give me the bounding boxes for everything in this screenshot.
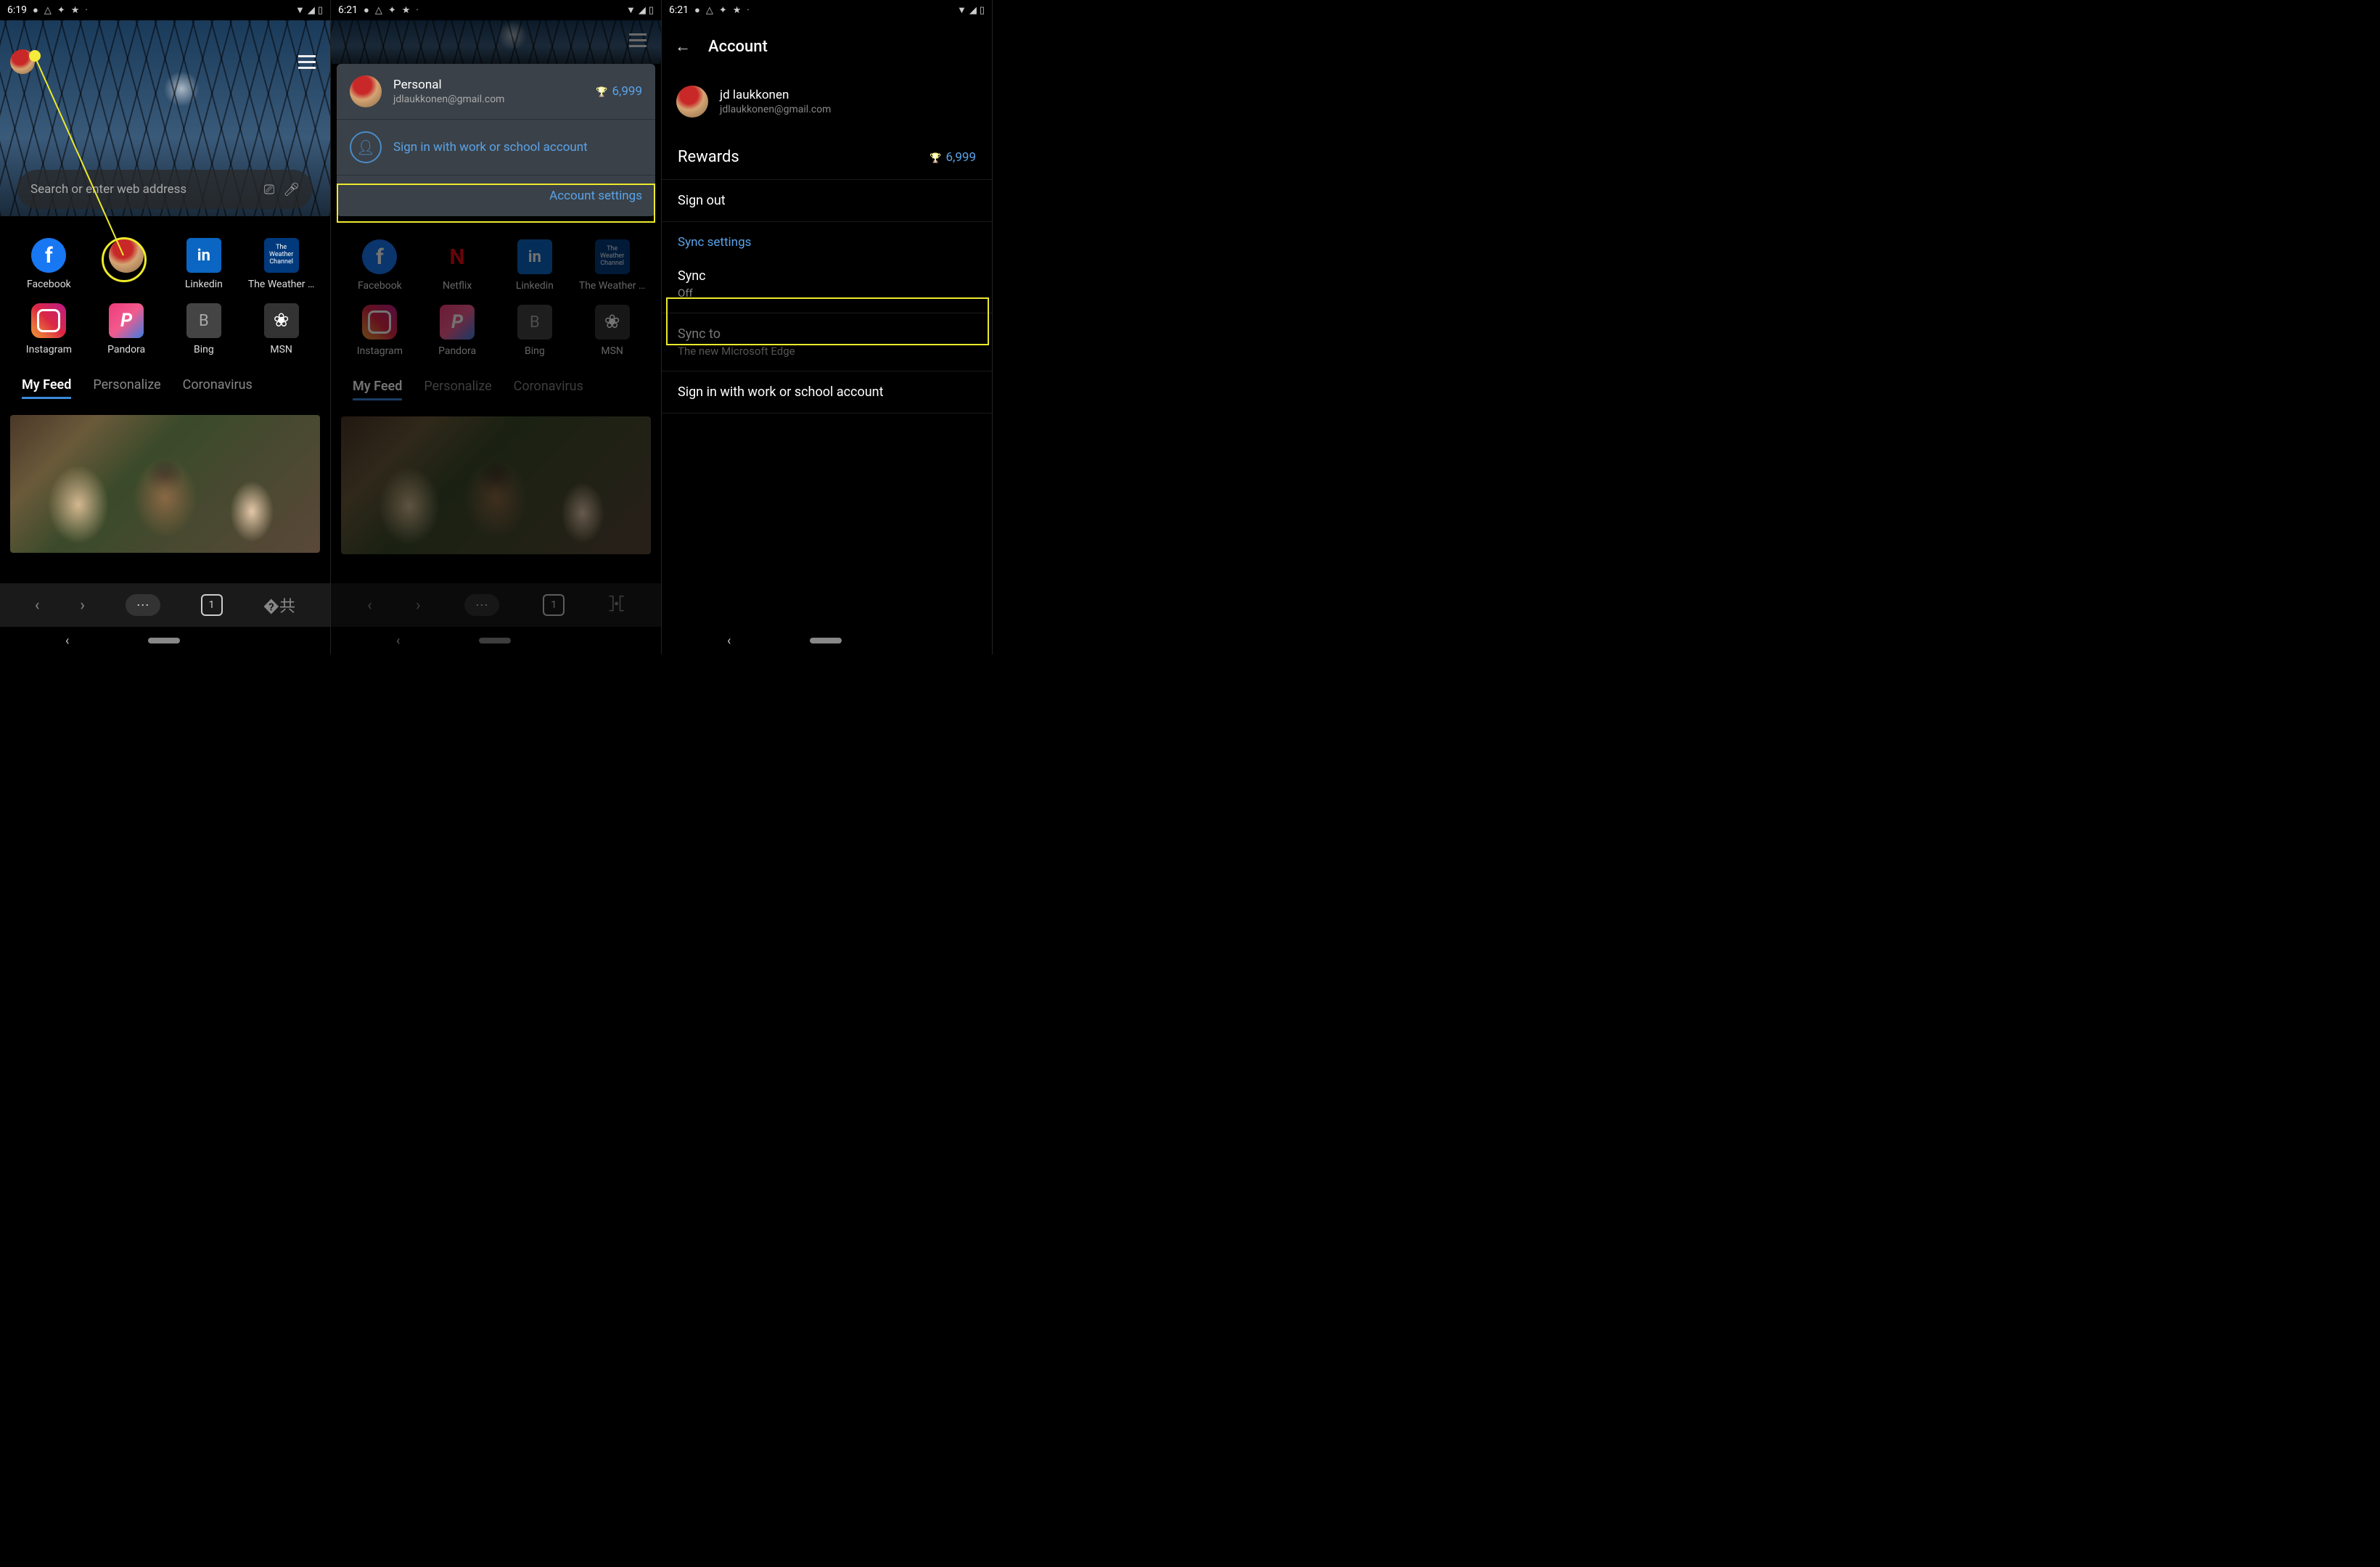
dot-icon: · — [85, 5, 87, 16]
puzzle-icon: ✦ — [388, 5, 396, 16]
avatar-icon — [676, 86, 708, 118]
rewards-value: 6,999 — [930, 150, 976, 165]
nav-back[interactable]: ‹ — [727, 633, 731, 649]
user-name: jd laukkonen — [720, 88, 831, 102]
sync-settings-header: Sync settings — [662, 222, 992, 255]
screen-1-home: 6:19 ● △ ✦ ★ · ▼ ◢ ▯ Search or enter web… — [0, 0, 331, 654]
dot-icon: · — [416, 5, 418, 16]
avatar-icon — [350, 75, 382, 107]
user-email: jdlaukkonen@gmail.com — [720, 104, 831, 115]
share-button[interactable]: �共 — [263, 593, 295, 617]
tab-personalize[interactable]: Personalize — [93, 377, 160, 399]
work-signin-row[interactable]: Sign in with work or school account — [662, 371, 992, 414]
signal-icon: ◢ — [639, 5, 646, 16]
person-icon: 👤︎ — [350, 131, 382, 163]
nav-home[interactable] — [810, 638, 842, 643]
rewards-label: Rewards — [678, 148, 739, 166]
battery-icon: ▯ — [980, 5, 985, 16]
forward-button[interactable]: › — [80, 596, 85, 614]
triangle-icon: △ — [375, 5, 382, 16]
overflow-button[interactable]: ⋯ — [126, 594, 160, 616]
puzzle-icon: ✦ — [719, 5, 727, 16]
puzzle-icon: ✦ — [57, 5, 65, 16]
signal-icon: ◢ — [969, 5, 977, 16]
tabs-button[interactable]: 1 — [201, 594, 223, 616]
clock: 6:19 — [7, 4, 27, 16]
trophy-icon — [596, 84, 607, 99]
trophy-icon — [930, 150, 941, 165]
page-title: Account — [708, 38, 768, 56]
mic-icon[interactable]: 🎤︎ — [283, 182, 300, 197]
screen-3-account-settings: 6:21 ● △ ✦ ★ · ▼ ◢ ▯ ← Account jd laukko… — [662, 0, 993, 654]
signal-icon: ◢ — [308, 5, 315, 16]
facebook-icon — [31, 238, 66, 273]
wifi-icon: ▼ — [626, 4, 636, 16]
pandora-icon — [109, 303, 144, 338]
system-nav: ‹ — [662, 627, 992, 654]
search-placeholder: Search or enter web address — [30, 182, 255, 197]
callout-ring — [102, 237, 147, 282]
circle-icon: ● — [364, 4, 369, 16]
speed-dial-grid: Facebook Linkedin TheWeatherChannelThe W… — [0, 216, 330, 370]
app-facebook[interactable]: Facebook — [13, 238, 85, 290]
status-bar: 6:21 ● △ ✦ ★ · ▼ ◢ ▯ — [662, 0, 992, 20]
star-icon: ★ — [402, 5, 411, 16]
app-bing[interactable]: Bing — [168, 303, 240, 355]
personal-account-row[interactable]: Personal jdlaukkonen@gmail.com 6,999 — [337, 64, 655, 120]
screen-2-account-panel: 6:21 ● △ ✦ ★ · ▼ ◢ ▯ Facebook Netflix Li… — [331, 0, 662, 654]
settings-list: Rewards 6,999 Sign out Sync settings Syn… — [662, 135, 992, 414]
bottom-toolbar: ‹ › ⋯ 1 �共 — [0, 583, 330, 627]
circle-icon: ● — [33, 4, 38, 16]
app-instagram[interactable]: Instagram — [13, 303, 85, 355]
battery-icon: ▯ — [649, 5, 654, 16]
callout-box — [337, 184, 655, 223]
camera-icon[interactable]: ⎚ — [264, 182, 274, 197]
wifi-icon: ▼ — [957, 4, 967, 16]
msn-icon — [264, 303, 299, 338]
status-bar: 6:19 ● △ ✦ ★ · ▼ ◢ ▯ — [0, 0, 330, 20]
back-arrow-icon[interactable]: ← — [675, 37, 691, 56]
hero-image: Search or enter web address ⎚ 🎤︎ — [0, 20, 330, 216]
triangle-icon: △ — [706, 5, 713, 16]
tab-my-feed[interactable]: My Feed — [22, 377, 71, 399]
clock: 6:21 — [669, 4, 689, 16]
weather-icon: TheWeatherChannel — [264, 238, 299, 273]
callout-box — [666, 297, 989, 345]
app-msn[interactable]: MSN — [245, 303, 317, 355]
dot-icon: · — [747, 5, 749, 16]
nav-home[interactable] — [148, 638, 180, 643]
feed-card[interactable] — [10, 415, 320, 553]
tab-coronavirus[interactable]: Coronavirus — [183, 377, 253, 399]
system-nav: ‹ — [0, 627, 330, 654]
app-weather[interactable]: TheWeatherChannelThe Weather … — [245, 238, 317, 290]
wifi-icon: ▼ — [295, 4, 305, 16]
account-user-row: jd laukkonen jdlaukkonen@gmail.com — [662, 68, 992, 135]
status-bar: 6:21 ● △ ✦ ★ · ▼ ◢ ▯ — [331, 0, 661, 20]
search-bar[interactable]: Search or enter web address ⎚ 🎤︎ — [17, 170, 313, 209]
linkedin-icon — [186, 238, 221, 273]
rewards-row[interactable]: Rewards 6,999 — [662, 135, 992, 180]
work-signin-label: Sign in with work or school account — [393, 140, 588, 155]
app-pandora[interactable]: Pandora — [91, 303, 163, 355]
feed-tabs: My Feed Personalize Coronavirus — [0, 370, 330, 405]
battery-icon: ▯ — [318, 5, 323, 16]
callout-dot — [29, 50, 41, 62]
star-icon: ★ — [71, 5, 80, 16]
instagram-icon — [31, 303, 66, 338]
circle-icon: ● — [694, 4, 700, 16]
menu-button[interactable] — [298, 55, 316, 69]
account-email: jdlaukkonen@gmail.com — [393, 94, 504, 105]
bing-icon — [186, 303, 221, 338]
account-name: Personal — [393, 78, 504, 92]
triangle-icon: △ — [44, 5, 52, 16]
work-signin-row[interactable]: 👤︎ Sign in with work or school account — [337, 120, 655, 176]
clock: 6:21 — [338, 4, 358, 16]
app-linkedin[interactable]: Linkedin — [168, 238, 240, 290]
page-header: ← Account — [662, 25, 992, 68]
star-icon: ★ — [733, 5, 742, 16]
sign-out-row[interactable]: Sign out — [662, 180, 992, 222]
rewards-badge[interactable]: 6,999 — [596, 84, 642, 99]
nav-back[interactable]: ‹ — [65, 633, 69, 649]
back-button[interactable]: ‹ — [35, 596, 40, 614]
